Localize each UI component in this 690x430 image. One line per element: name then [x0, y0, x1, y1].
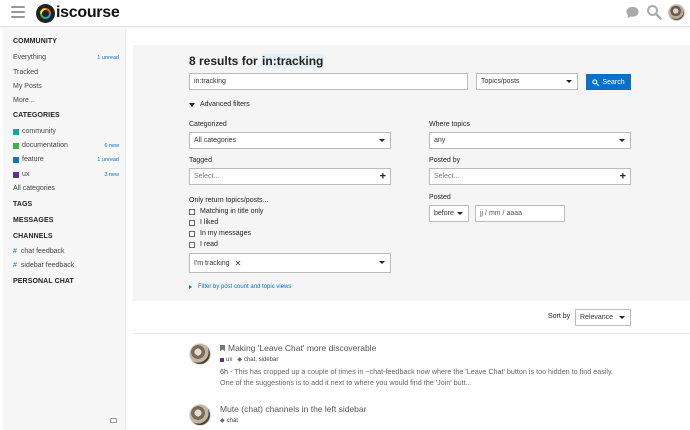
category-select[interactable]: All categories — [189, 132, 391, 149]
posted-by-label: Posted by — [429, 157, 461, 164]
unread-badge: 1 unread — [97, 156, 119, 163]
result-meta: ◆ chat — [220, 417, 238, 425]
only-return-label: Only return topics/posts... — [189, 197, 269, 204]
category-color-swatch — [220, 357, 224, 362]
category-color-swatch — [13, 142, 19, 149]
chat-icon[interactable] — [625, 5, 640, 20]
checkbox[interactable] — [189, 208, 195, 215]
search-type-select[interactable]: Topics/posts — [476, 73, 578, 90]
category-link[interactable]: ux — [226, 357, 232, 363]
sidebar-item-community[interactable]: community — [13, 128, 119, 135]
hash-icon: # — [13, 262, 17, 269]
hash-icon: # — [13, 248, 17, 255]
checkbox-i-read[interactable]: I read — [189, 241, 218, 248]
search-input[interactable]: in:tracking — [189, 73, 468, 90]
category-color-swatch — [13, 156, 19, 163]
hamburger-icon[interactable] — [11, 6, 25, 19]
sidebar-item-more[interactable]: More... — [13, 97, 119, 104]
chevron-down-icon — [619, 138, 625, 142]
checkbox[interactable] — [189, 241, 195, 248]
chevron-down-icon — [619, 315, 625, 319]
sidebar-item-tracked[interactable]: Tracked — [13, 69, 119, 76]
query-highlight: in:tracking — [261, 54, 325, 68]
date-input[interactable]: jj / mm / aaaa — [475, 205, 565, 222]
checkbox-in-my-messages[interactable]: In my messages — [189, 230, 251, 237]
result-age: 6h — [220, 367, 228, 376]
sort-by-label: Sort by — [548, 313, 571, 320]
plus-icon: + — [619, 170, 626, 182]
checkbox-i-liked[interactable]: I liked — [189, 219, 218, 226]
result-title[interactable]: Mute (chat) channels in the left sidebar — [220, 404, 366, 414]
caret-right-icon — [189, 285, 192, 289]
chevron-down-icon — [379, 138, 385, 142]
result-meta: ux ◆ chat, sidebar — [220, 356, 278, 363]
result-title[interactable]: Making 'Leave Chat' more discoverable — [220, 343, 376, 353]
logo-text: iscourse — [56, 4, 120, 21]
search-icon — [592, 78, 600, 86]
sidebar-section-community[interactable]: COMMUNITY — [13, 38, 57, 45]
plus-icon: + — [379, 170, 386, 182]
filter-by-post-count-link[interactable]: Filter by post count and topic views — [189, 284, 291, 290]
search-button[interactable]: Search — [586, 74, 631, 90]
tags-list[interactable]: chat, sidebar — [244, 357, 278, 363]
sidebar: COMMUNITY Everything 1 unread Tracked My … — [3, 29, 126, 430]
category-color-swatch — [13, 171, 19, 178]
checkbox-title-only[interactable]: Matching in title only — [189, 208, 263, 215]
sidebar-section-channels[interactable]: CHANNELS — [13, 233, 53, 240]
checkbox[interactable] — [189, 219, 195, 226]
new-badge: 6 new — [104, 142, 119, 149]
avatar[interactable] — [189, 343, 211, 365]
results-heading: 8 results for in:tracking — [189, 54, 325, 68]
posted-by-select[interactable]: Select... + — [429, 168, 631, 185]
site-logo[interactable]: iscourse — [36, 3, 120, 23]
tagged-label: Tagged — [189, 157, 212, 164]
close-icon[interactable]: ✕ — [235, 259, 242, 268]
posted-when-select[interactable]: before — [429, 205, 469, 222]
chevron-down-icon — [566, 79, 572, 83]
where-topics-label: Where topics — [429, 121, 470, 128]
chevron-down-icon — [379, 261, 385, 264]
unread-badge: 1 unread — [97, 54, 119, 61]
sidebar-item-all-categories[interactable]: All categories — [13, 185, 119, 192]
categorized-label: Categorized — [189, 121, 227, 128]
tag-icon: ◆ — [220, 418, 225, 424]
sidebar-item-everything[interactable]: Everything 1 unread — [13, 54, 119, 61]
status-select[interactable]: I'm tracking ✕ — [189, 253, 391, 273]
site-header: iscourse — [0, 0, 690, 27]
divider — [133, 333, 690, 334]
sort-select[interactable]: Relevance — [575, 309, 631, 326]
chevron-down-icon — [457, 211, 463, 215]
search-icon[interactable] — [646, 4, 662, 20]
posted-label: Posted — [429, 194, 451, 201]
discourse-logo-icon — [36, 3, 55, 23]
new-badge: 3 new — [104, 171, 119, 178]
sidebar-item-documentation[interactable]: documentation 6 new — [13, 142, 119, 149]
sidebar-section-messages[interactable]: MESSAGES — [13, 217, 53, 224]
sidebar-item-chat-feedback[interactable]: # chat feedback — [13, 248, 119, 255]
user-avatar[interactable] — [668, 4, 685, 21]
tags-select[interactable]: Select... + — [189, 168, 391, 185]
sidebar-item-sidebar-feedback[interactable]: # sidebar feedback — [13, 262, 119, 269]
caret-down-icon — [189, 102, 195, 107]
keyboard-shortcuts-icon[interactable] — [110, 418, 117, 423]
category-color-swatch — [13, 128, 19, 135]
sidebar-section-tags[interactable]: TAGS — [13, 201, 32, 208]
checkbox[interactable] — [189, 230, 195, 237]
sidebar-section-personal-chat[interactable]: PERSONAL CHAT — [13, 278, 74, 285]
avatar[interactable] — [189, 404, 211, 426]
tags-list[interactable]: chat — [227, 418, 238, 424]
sidebar-item-ux[interactable]: ux 3 new — [13, 171, 119, 178]
sidebar-section-categories[interactable]: CATEGORIES — [13, 112, 60, 119]
result-blurb: 6h - This has cropped up a couple of tim… — [220, 367, 614, 387]
tag-icon: ◆ — [237, 357, 242, 363]
where-topics-select[interactable]: any — [429, 132, 631, 149]
sidebar-item-my-posts[interactable]: My Posts — [13, 83, 119, 90]
sidebar-item-feature[interactable]: feature 1 unread — [13, 156, 119, 163]
bookmark-icon — [220, 344, 225, 352]
advanced-filters-toggle[interactable]: Advanced filters — [189, 101, 250, 108]
